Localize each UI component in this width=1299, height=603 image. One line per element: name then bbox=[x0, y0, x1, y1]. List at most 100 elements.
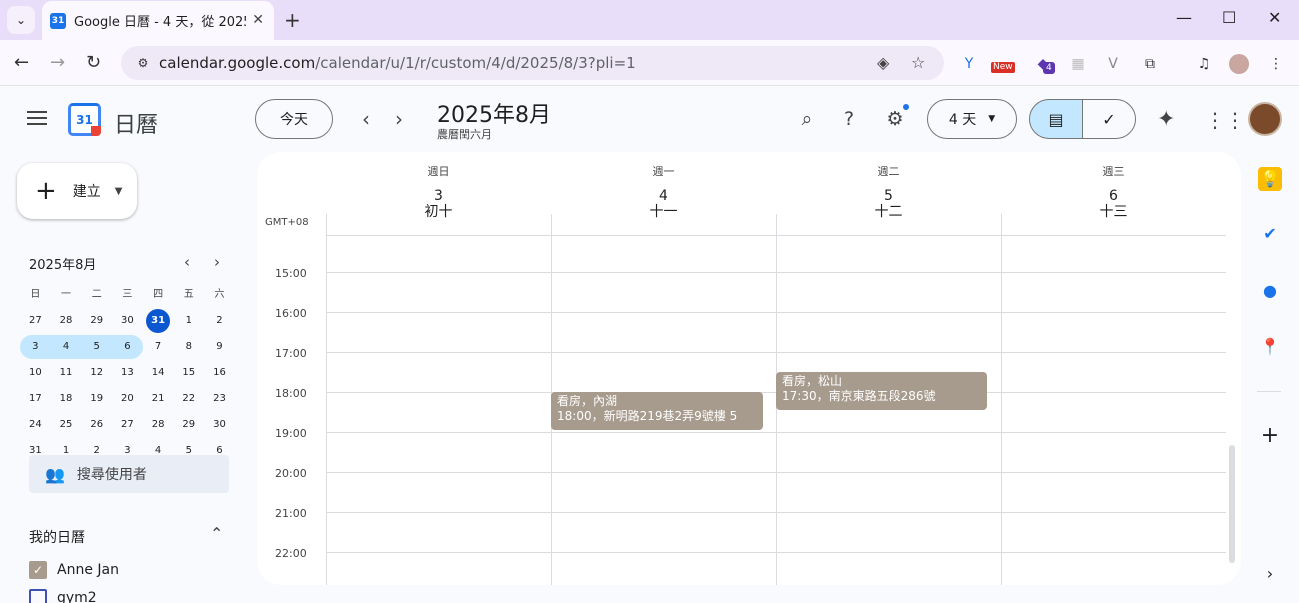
close-icon[interactable]: ✕ bbox=[252, 12, 264, 28]
mini-day[interactable]: 24 bbox=[20, 413, 51, 437]
calendar-view-toggle[interactable]: ▤ bbox=[1029, 99, 1083, 139]
mini-day[interactable]: 30 bbox=[204, 413, 235, 437]
chevron-up-icon[interactable]: ⌃ bbox=[210, 524, 223, 543]
minimize-icon[interactable]: — bbox=[1176, 8, 1192, 27]
event-songshan[interactable]: 看房，松山 17:30，南京東路五段286號 bbox=[776, 372, 987, 410]
mini-day[interactable]: 22 bbox=[173, 387, 204, 411]
calendar-item-anne-jan[interactable]: ✓ Anne Jan bbox=[29, 561, 119, 579]
mini-day[interactable]: 27 bbox=[112, 413, 143, 437]
day-number[interactable]: 3 bbox=[326, 189, 551, 204]
tab-search-button[interactable]: ⌄ bbox=[7, 6, 35, 34]
mini-day[interactable]: 12 bbox=[81, 361, 112, 385]
media-control-icon[interactable]: ♫ bbox=[1194, 54, 1214, 74]
window-close-icon[interactable]: ✕ bbox=[1268, 8, 1281, 27]
mini-day[interactable]: 13 bbox=[112, 361, 143, 385]
mini-day[interactable]: 27 bbox=[20, 309, 51, 333]
grid-scrollbar[interactable] bbox=[1229, 445, 1235, 563]
add-addon-plus-icon[interactable]: + bbox=[1258, 424, 1282, 448]
url-text[interactable]: calendar.google.com/calendar/u/1/r/custo… bbox=[159, 54, 636, 72]
next-period-icon[interactable]: › bbox=[395, 107, 403, 131]
gemini-sparkle-icon[interactable]: ✦ bbox=[1157, 107, 1175, 132]
create-button[interactable]: + 建立 ▼ bbox=[17, 163, 137, 219]
extensions-puzzle-icon[interactable]: ⧉ bbox=[1140, 54, 1160, 74]
browser-tab[interactable]: 31 Google 日曆 - 4 天，從 2025年 ✕ bbox=[42, 1, 274, 40]
day-number[interactable]: 5 bbox=[776, 189, 1001, 204]
main-menu-icon[interactable] bbox=[27, 111, 47, 129]
keep-icon[interactable]: 💡 bbox=[1258, 167, 1282, 191]
mini-day[interactable]: 21 bbox=[143, 387, 174, 411]
mini-day-selected[interactable]: 5 bbox=[81, 335, 113, 359]
browser-menu-icon[interactable]: ⋮ bbox=[1266, 54, 1286, 74]
event-neihu[interactable]: 看房，內湖 18:00，新明路219巷2弄9號樓 5 bbox=[551, 392, 763, 430]
profile-avatar-icon[interactable] bbox=[1229, 54, 1249, 74]
mini-day[interactable]: 2 bbox=[204, 309, 235, 333]
mini-day[interactable]: 14 bbox=[143, 361, 174, 385]
address-bar[interactable]: ⚙ calendar.google.com/calendar/u/1/r/cus… bbox=[121, 46, 944, 80]
mini-day[interactable]: 17 bbox=[20, 387, 51, 411]
search-icon[interactable]: ⌕ bbox=[795, 107, 819, 131]
today-button[interactable]: 今天 bbox=[255, 99, 333, 139]
mini-day-selected[interactable]: 6 bbox=[112, 335, 143, 359]
mini-day[interactable]: 7 bbox=[143, 335, 174, 359]
mini-day[interactable]: 28 bbox=[143, 413, 174, 437]
mini-next-icon[interactable]: › bbox=[214, 253, 220, 271]
mini-day[interactable]: 20 bbox=[112, 387, 143, 411]
bookmark-star-icon[interactable]: ☆ bbox=[911, 53, 925, 72]
settings-gear-icon[interactable]: ⚙ bbox=[883, 107, 907, 131]
expand-panel-chevron-icon[interactable]: › bbox=[1258, 562, 1282, 586]
calendar-logo-icon[interactable]: 31 bbox=[68, 103, 101, 136]
tasks-icon[interactable]: ✔ bbox=[1258, 222, 1282, 246]
day-header[interactable]: 週日 3 初十 bbox=[326, 152, 551, 220]
back-icon[interactable]: ← bbox=[14, 52, 29, 73]
mini-day-today[interactable]: 31 bbox=[143, 309, 174, 333]
mini-day[interactable]: 25 bbox=[51, 413, 82, 437]
mini-day[interactable]: 16 bbox=[204, 361, 235, 385]
mini-day[interactable]: 26 bbox=[81, 413, 112, 437]
mini-day[interactable]: 23 bbox=[204, 387, 235, 411]
calendar-item-gym2[interactable]: gym2 bbox=[29, 589, 97, 603]
extension-v2-icon[interactable]: V bbox=[1103, 54, 1123, 74]
view-selector[interactable]: 4 天 ▼ bbox=[927, 99, 1017, 139]
mini-day[interactable]: 11 bbox=[51, 361, 82, 385]
maximize-icon[interactable]: ☐ bbox=[1222, 8, 1236, 27]
previous-period-icon[interactable]: ‹ bbox=[362, 107, 370, 131]
day-number[interactable]: 4 bbox=[551, 189, 776, 204]
mini-day[interactable]: 29 bbox=[81, 309, 112, 333]
search-people-input[interactable]: 👥 搜尋使用者 bbox=[29, 455, 229, 493]
lens-icon[interactable]: ◈ bbox=[877, 53, 889, 72]
maps-pin-icon[interactable]: 📍 bbox=[1258, 335, 1282, 359]
mini-day-selected[interactable]: 3 bbox=[20, 335, 51, 359]
day-header[interactable]: 週一 4 十一 bbox=[551, 152, 776, 220]
mini-day[interactable]: 8 bbox=[173, 335, 204, 359]
help-icon[interactable]: ? bbox=[837, 107, 861, 131]
tasks-view-toggle[interactable]: ✓ bbox=[1082, 99, 1136, 139]
extension-v-icon[interactable]: Y bbox=[959, 54, 979, 74]
extension-new-icon[interactable]: New bbox=[991, 54, 1015, 74]
mini-day[interactable]: 30 bbox=[112, 309, 143, 333]
mini-day[interactable]: 28 bbox=[51, 309, 82, 333]
reload-icon[interactable]: ↻ bbox=[86, 52, 101, 73]
mini-day-selected[interactable]: 4 bbox=[50, 335, 82, 359]
checkbox-checked-icon[interactable]: ✓ bbox=[29, 561, 47, 579]
extension-grid-icon[interactable]: ▦ bbox=[1068, 54, 1088, 74]
extension-graduation-icon[interactable]: ◆4 bbox=[1033, 54, 1055, 74]
account-avatar[interactable] bbox=[1248, 102, 1282, 136]
day-header[interactable]: 週二 5 十二 bbox=[776, 152, 1001, 220]
day-number[interactable]: 6 bbox=[1001, 189, 1226, 204]
forward-icon[interactable]: → bbox=[50, 52, 65, 73]
mini-day[interactable]: 9 bbox=[204, 335, 235, 359]
contacts-icon[interactable]: ● bbox=[1258, 279, 1282, 303]
mini-day[interactable]: 10 bbox=[20, 361, 51, 385]
my-calendars-title[interactable]: 我的日曆 bbox=[29, 527, 85, 547]
mini-day[interactable]: 18 bbox=[51, 387, 82, 411]
mini-day[interactable]: 15 bbox=[173, 361, 204, 385]
mini-day[interactable]: 19 bbox=[81, 387, 112, 411]
mini-prev-icon[interactable]: ‹ bbox=[184, 253, 190, 271]
mini-day[interactable]: 1 bbox=[173, 309, 204, 333]
site-info-icon[interactable]: ⚙ bbox=[133, 53, 153, 73]
checkbox-unchecked-icon[interactable] bbox=[29, 589, 47, 603]
app-title[interactable]: 日曆 bbox=[114, 107, 158, 139]
day-header[interactable]: 週三 6 十三 bbox=[1001, 152, 1226, 220]
mini-day[interactable]: 29 bbox=[173, 413, 204, 437]
new-tab-button[interactable]: + bbox=[284, 8, 301, 32]
